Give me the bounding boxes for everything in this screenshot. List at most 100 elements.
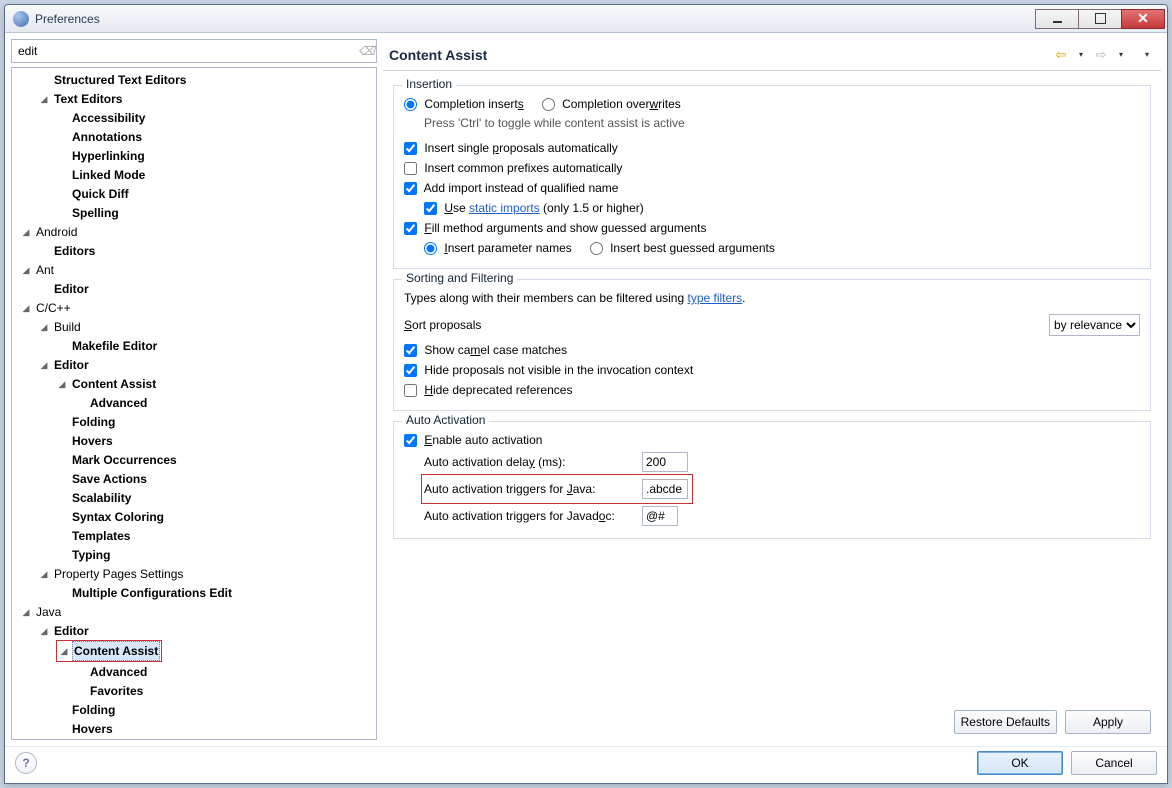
tree-item[interactable]: Folding bbox=[70, 413, 117, 431]
tree-item[interactable]: Ant bbox=[34, 261, 56, 279]
tree-item[interactable]: C/C++ bbox=[34, 299, 73, 317]
hide-invisible-check[interactable]: Hide proposals not visible in the invoca… bbox=[404, 360, 693, 380]
tree-item[interactable]: Linked Mode bbox=[70, 166, 147, 184]
tree-item[interactable]: Spelling bbox=[70, 204, 121, 222]
insert-single-check[interactable]: Insert single proposals automatically bbox=[404, 138, 618, 158]
tree-item-selected[interactable]: Content Assist bbox=[72, 641, 160, 661]
tree-item[interactable]: Text Editors bbox=[52, 90, 124, 108]
page-button-row: Restore Defaults Apply bbox=[383, 704, 1161, 740]
preferences-window: Preferences ✕ ⌫ ▸Structured Text Editors… bbox=[4, 4, 1168, 784]
sorting-group: Sorting and Filtering Types along with t… bbox=[393, 279, 1151, 411]
tree-item[interactable]: Save Actions bbox=[70, 470, 149, 488]
java-triggers-label: Auto activation triggers for Java: bbox=[424, 477, 634, 501]
enable-auto-activation-check[interactable]: Enable auto activation bbox=[404, 430, 542, 450]
group-legend: Insertion bbox=[402, 77, 456, 91]
insert-param-names-radio[interactable]: Insert parameter names bbox=[424, 238, 572, 258]
help-icon[interactable]: ? bbox=[15, 752, 37, 774]
tree-item[interactable]: Content Assist bbox=[70, 375, 158, 393]
tree-item[interactable]: Templates bbox=[70, 527, 132, 545]
delay-label: Auto activation delay (ms): bbox=[424, 450, 634, 474]
apply-button[interactable]: Apply bbox=[1065, 710, 1151, 734]
titlebar[interactable]: Preferences ✕ bbox=[5, 5, 1167, 33]
preferences-tree[interactable]: ▸Structured Text Editors ◢Text Editors ▸… bbox=[12, 68, 376, 739]
tree-item[interactable]: Hyperlinking bbox=[70, 147, 147, 165]
collapse-icon[interactable]: ◢ bbox=[58, 645, 70, 657]
page-header: Content Assist ⇦ ▾ ⇨ ▾ ▾ bbox=[383, 39, 1161, 71]
add-import-check[interactable]: Add import instead of qualified name bbox=[404, 178, 618, 198]
collapse-icon[interactable]: ◢ bbox=[38, 568, 50, 580]
app-icon bbox=[13, 11, 29, 27]
completion-overwrites-radio[interactable]: Completion overwrites bbox=[542, 94, 681, 114]
collapse-icon[interactable]: ◢ bbox=[38, 359, 50, 371]
insert-best-guessed-radio[interactable]: Insert best guessed arguments bbox=[590, 238, 775, 258]
back-menu-icon[interactable]: ▾ bbox=[1073, 47, 1089, 63]
window-title: Preferences bbox=[35, 12, 1036, 26]
tree-item[interactable]: Editors bbox=[52, 242, 97, 260]
camel-case-check[interactable]: Show camel case matches bbox=[404, 340, 567, 360]
fill-method-check[interactable]: Fill method arguments and show guessed a… bbox=[404, 218, 707, 238]
filter-input[interactable] bbox=[16, 43, 358, 59]
forward-menu-icon[interactable]: ▾ bbox=[1113, 47, 1129, 63]
tree-item[interactable]: Editor bbox=[52, 356, 91, 374]
collapse-icon[interactable]: ◢ bbox=[20, 226, 32, 238]
tree-item[interactable]: Editor bbox=[52, 280, 91, 298]
restore-defaults-button[interactable]: Restore Defaults bbox=[954, 710, 1057, 734]
tree-item[interactable]: Multiple Configurations Edit bbox=[70, 584, 234, 602]
tree-item[interactable]: Favorites bbox=[88, 682, 145, 700]
insertion-hint: Press 'Ctrl' to toggle while content ass… bbox=[404, 114, 1140, 132]
type-filters-text: Types along with their members can be fi… bbox=[404, 288, 746, 308]
tree-item[interactable]: Folding bbox=[70, 701, 117, 719]
hide-deprecated-check[interactable]: Hide deprecated references bbox=[404, 380, 572, 400]
tree-item[interactable]: Property Pages Settings bbox=[52, 565, 185, 583]
completion-inserts-radio[interactable]: Completion inserts bbox=[404, 94, 524, 114]
close-button[interactable]: ✕ bbox=[1121, 9, 1165, 29]
delay-input[interactable] bbox=[642, 452, 688, 472]
dialog-footer: ? OK Cancel bbox=[5, 746, 1167, 783]
tree-item[interactable]: Syntax Coloring bbox=[70, 508, 166, 526]
tree-item[interactable]: Annotations bbox=[70, 128, 144, 146]
collapse-icon[interactable]: ◢ bbox=[20, 302, 32, 314]
tree-item[interactable]: Android bbox=[34, 223, 79, 241]
tree-item[interactable]: Quick Diff bbox=[70, 185, 131, 203]
type-filters-link[interactable]: type filters bbox=[687, 291, 742, 305]
maximize-button[interactable] bbox=[1078, 9, 1122, 29]
use-static-imports-check[interactable]: Use static imports (only 1.5 or higher) bbox=[424, 198, 644, 218]
cancel-button[interactable]: Cancel bbox=[1071, 751, 1157, 775]
clear-filter-icon[interactable]: ⌫ bbox=[358, 44, 372, 58]
tree-item[interactable]: Structured Text Editors bbox=[52, 71, 188, 89]
javadoc-triggers-input[interactable] bbox=[642, 506, 678, 526]
tree-item[interactable]: Hovers bbox=[70, 720, 115, 738]
ok-button[interactable]: OK bbox=[977, 751, 1063, 775]
tree-item[interactable]: Editor bbox=[52, 622, 91, 640]
collapse-icon[interactable]: ◢ bbox=[38, 625, 50, 637]
tree-item[interactable]: Java bbox=[34, 603, 63, 621]
collapse-icon[interactable]: ◢ bbox=[20, 264, 32, 276]
static-imports-link[interactable]: static imports bbox=[469, 201, 540, 215]
tree-item[interactable]: Build bbox=[52, 318, 83, 336]
tree-item[interactable]: Typing bbox=[70, 546, 112, 564]
tree-item[interactable]: Scalability bbox=[70, 489, 133, 507]
group-legend: Sorting and Filtering bbox=[402, 271, 517, 285]
tree-container: ▸Structured Text Editors ◢Text Editors ▸… bbox=[11, 67, 377, 740]
sort-proposals-label: Sort proposals bbox=[404, 318, 1049, 332]
filter-box[interactable]: ⌫ bbox=[11, 39, 377, 63]
back-icon[interactable]: ⇦ bbox=[1053, 47, 1069, 63]
java-triggers-input[interactable] bbox=[642, 479, 688, 499]
forward-icon[interactable]: ⇨ bbox=[1093, 47, 1109, 63]
tree-item[interactable]: Advanced bbox=[88, 663, 149, 681]
tree-item[interactable]: Makefile Editor bbox=[70, 337, 159, 355]
page-title: Content Assist bbox=[389, 47, 1053, 63]
nav-pane: ⌫ ▸Structured Text Editors ◢Text Editors… bbox=[11, 39, 377, 740]
tree-item[interactable]: Accessibility bbox=[70, 109, 147, 127]
collapse-icon[interactable]: ◢ bbox=[56, 378, 68, 390]
minimize-button[interactable] bbox=[1035, 9, 1079, 29]
tree-item[interactable]: Advanced bbox=[88, 394, 149, 412]
collapse-icon[interactable]: ◢ bbox=[38, 321, 50, 333]
tree-item[interactable]: Hovers bbox=[70, 432, 115, 450]
tree-item[interactable]: Mark Occurrences bbox=[70, 451, 179, 469]
collapse-icon[interactable]: ◢ bbox=[20, 606, 32, 618]
collapse-icon[interactable]: ◢ bbox=[38, 93, 50, 105]
view-menu-icon[interactable]: ▾ bbox=[1139, 47, 1155, 63]
insert-common-check[interactable]: Insert common prefixes automatically bbox=[404, 158, 622, 178]
sort-proposals-select[interactable]: by relevance bbox=[1049, 314, 1140, 336]
